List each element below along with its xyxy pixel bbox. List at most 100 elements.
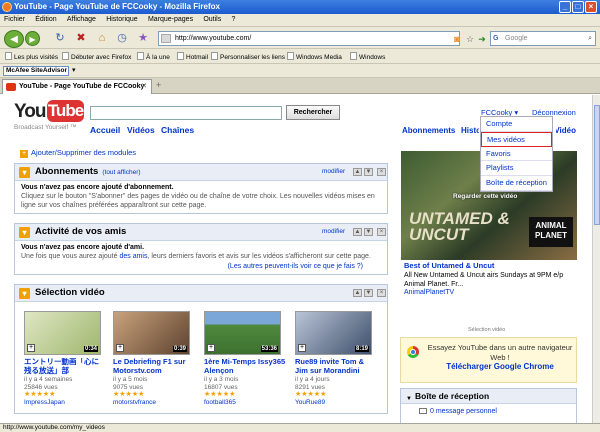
video-card[interactable]: + 8:19 Rue89 invite Tom & Jim sur Morand… [295,311,377,407]
video-title[interactable]: 1ère Mi-Temps Issy365 Alençon [204,358,286,376]
history-clock-icon[interactable]: ◷ [115,31,129,45]
video-channel[interactable]: motorstvfrance [113,399,195,407]
featured-video-title[interactable]: Best of Untamed & Uncut [404,261,494,270]
add-to-quicklist-icon[interactable]: + [116,344,124,352]
mcafee-siteadvisor-button[interactable]: McAfee SiteAdvisor [3,66,69,76]
video-card[interactable]: + 0:34 エントリー動画「心に残る放送」部 il y a 4 semaine… [24,311,106,407]
bookmark-item[interactable]: Windows [350,52,385,61]
new-tab-button[interactable]: + [156,80,161,90]
add-to-quicklist-icon[interactable]: + [207,344,215,352]
menu-item-playlists[interactable]: Playlists [481,161,552,177]
close-module-icon[interactable]: × [377,168,386,176]
scrollbar-thumb[interactable] [594,105,600,225]
collapse-triangle-icon[interactable]: ▾ [19,167,30,178]
bookmark-item[interactable]: Personnaliser les liens [211,52,285,61]
menu-item-mes-videos[interactable]: Mes vidéos [481,131,552,147]
nav-historique[interactable]: Historique [461,126,479,135]
tab-youtube[interactable]: YouTube - Page YouTube de FCCooky ✕ [2,79,152,94]
youtube-logo[interactable]: You [14,101,47,123]
video-channel[interactable]: ImpressJapan [24,399,106,407]
menu-affichage[interactable]: Affichage [63,14,100,25]
star-icon[interactable]: ★ [136,31,150,45]
forward-arrow-icon[interactable]: ▶ [25,31,40,46]
nav-chaines[interactable]: Chaînes [161,125,194,135]
privacy-link[interactable]: (Les autres peuvent-ils voir ce que je f… [228,262,363,271]
chevron-down-icon[interactable]: ▾ [72,66,76,74]
watch-video-caption[interactable]: Regarder cette vidéo [453,193,517,200]
edit-link[interactable]: modifier [322,228,345,235]
video-title[interactable]: Le Debriefing F1 sur Motorstv.com [113,358,195,376]
youtube-search-input[interactable] [90,106,282,120]
video-thumbnail[interactable]: + 53:36 [204,311,281,355]
video-channel[interactable]: football365 [204,399,286,407]
move-down-icon[interactable]: ▼ [364,168,373,176]
menu-item-favoris[interactable]: Favoris [481,147,552,162]
menu-outils[interactable]: Outils [199,14,225,25]
reload-icon[interactable]: ↻ [53,31,67,45]
move-down-icon[interactable]: ▼ [364,228,373,236]
vertical-scrollbar[interactable] [592,95,600,423]
chrome-promo-text: Essayez YouTube dans un autre navigateur… [427,343,573,362]
close-button[interactable]: × [585,1,597,13]
download-chrome-link[interactable]: Télécharger Google Chrome [425,362,575,371]
close-module-icon[interactable]: × [377,289,386,297]
edit-link[interactable]: modifier [322,168,345,175]
add-remove-modules-link[interactable]: + Ajouter/Supprimer des modules [20,148,136,158]
menu-historique[interactable]: Historique [102,14,142,25]
nav-videos[interactable]: Vidéos [127,125,155,135]
menu-edition[interactable]: Édition [31,14,60,25]
bookmark-item[interactable]: À la une [137,52,170,61]
go-arrow-icon[interactable]: ➜ [475,32,489,46]
bookmark-item[interactable]: Windows Media [287,52,342,61]
nav-accueil[interactable]: Accueil [90,125,120,135]
move-up-icon[interactable]: ▲ [353,168,362,176]
youtube-logo-tube[interactable]: Tube [47,100,84,122]
move-up-icon[interactable]: ▲ [353,228,362,236]
bookmark-item[interactable]: Les plus visités [5,52,58,61]
video-title[interactable]: エントリー動画「心に残る放送」部 [24,358,106,376]
friends-link[interactable]: des amis [119,253,147,260]
video-title[interactable]: Rue89 invite Tom & Jim sur Morandini [295,358,377,376]
minimize-button[interactable]: _ [559,1,571,13]
close-tab-icon[interactable]: ✕ [141,80,147,94]
home-icon[interactable]: ⌂ [95,31,109,45]
menu-help[interactable]: ? [227,14,239,25]
collapse-triangle-icon[interactable]: ▼ [406,392,412,406]
bookmark-item[interactable]: Débuter avec Firefox [62,52,131,61]
video-thumbnail[interactable]: + 0:34 [24,311,101,355]
stop-icon[interactable]: ✖ [74,31,88,45]
menu-fichier[interactable]: Fichier [0,14,29,25]
nav-abonnements[interactable]: Abonnements [402,126,455,135]
featured-video-channel[interactable]: AnimalPlanetTV [404,289,454,296]
close-module-icon[interactable]: × [377,228,386,236]
inbox-message-link[interactable]: 0 message personnel [419,408,497,415]
address-bar[interactable]: http://www.youtube.com/ [158,31,460,46]
bookmark-item[interactable]: Hotmail [177,52,208,61]
add-to-quicklist-icon[interactable]: + [27,344,35,352]
menu-item-compte[interactable]: Compte [481,117,552,132]
search-icon[interactable]: ⌕ [588,32,592,45]
rss-feed-icon[interactable]: ◙ [450,32,464,46]
video-thumbnail[interactable]: + 8:19 [295,311,372,355]
video-channel[interactable]: YouRue89 [295,399,377,407]
video-thumbnail[interactable]: + 0:39 [113,311,190,355]
bookmark-page-icon [287,52,294,60]
collapse-triangle-icon[interactable]: ▾ [19,288,30,299]
module-header: ▾ Abonnements (tout afficher) modifier ▲ … [15,164,387,181]
maximize-button[interactable]: □ [572,1,584,13]
tagline: Broadcast Yourself ™ [14,124,77,131]
collapse-triangle-icon[interactable]: ▾ [19,227,30,238]
video-card[interactable]: + 53:36 1ère Mi-Temps Issy365 Alençon il… [204,311,286,407]
move-up-icon[interactable]: ▲ [353,289,362,297]
back-arrow-icon[interactable]: ◀ [4,30,24,48]
video-views: 25846 vues [24,383,58,391]
add-to-quicklist-icon[interactable]: + [298,344,306,352]
video-card[interactable]: + 0:39 Le Debriefing F1 sur Motorstv.com… [113,311,195,407]
move-down-icon[interactable]: ▼ [364,289,373,297]
nav-video[interactable]: Vidéo [556,126,576,135]
show-all-link[interactable]: (tout afficher) [102,169,140,176]
menu-marque-pages[interactable]: Marque-pages [144,14,197,25]
web-search-input[interactable]: G Google ⌕ [490,31,596,46]
menu-item-boite-reception[interactable]: Boîte de réception [481,176,552,191]
search-button[interactable]: Rechercher [286,105,340,120]
